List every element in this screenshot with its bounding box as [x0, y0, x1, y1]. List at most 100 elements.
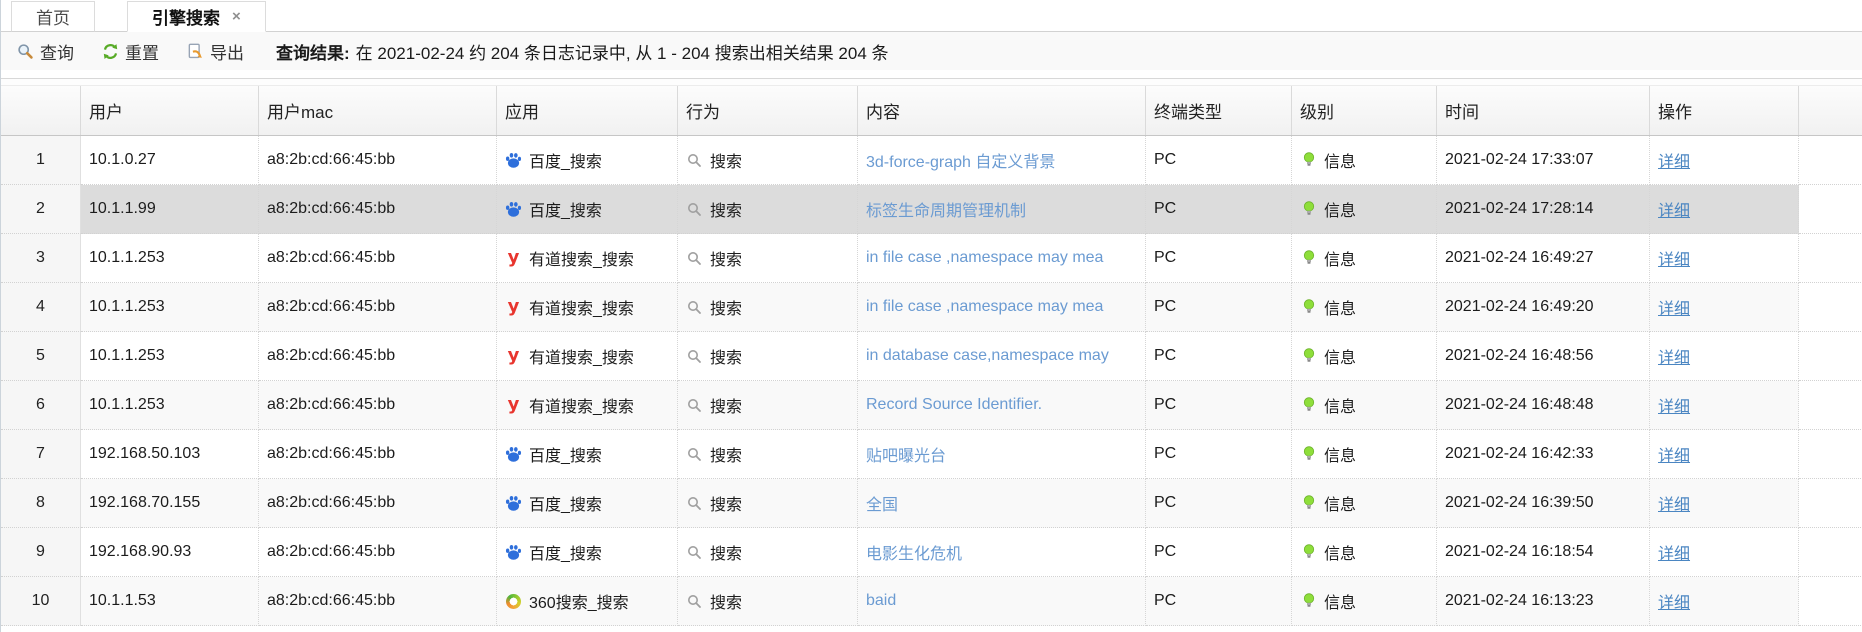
search-gray-icon [686, 544, 703, 561]
content-link[interactable]: 3d-force-graph 自定义背景 [866, 148, 1055, 172]
content-link[interactable]: Record Source Identifier. [866, 396, 1042, 414]
app-cell: 百度_搜索 [497, 528, 678, 577]
user-mac-cell: a8:2b:cd:66:45:bb [259, 528, 497, 577]
level-cell: 信息 [1292, 577, 1437, 626]
level-cell: 信息 [1292, 332, 1437, 381]
detail-link[interactable]: 详细 [1658, 148, 1690, 172]
level-label: 信息 [1324, 246, 1356, 270]
detail-link[interactable]: 详细 [1658, 442, 1690, 466]
content-link[interactable]: baid [866, 592, 896, 610]
table-row[interactable]: 7 192.168.50.103 a8:2b:cd:66:45:bb 百度_搜索… [1, 430, 1862, 479]
app-label: 有道搜索_搜索 [529, 393, 634, 417]
user-mac-cell: a8:2b:cd:66:45:bb [259, 430, 497, 479]
level-label: 信息 [1324, 540, 1356, 564]
table-row[interactable]: 10 10.1.1.53 a8:2b:cd:66:45:bb 360搜索_搜索 … [1, 577, 1862, 626]
tab-引擎搜索[interactable]: 引擎搜索 × [127, 1, 266, 32]
content-link[interactable]: in file case ,namespace may mea [866, 298, 1103, 316]
detail-link[interactable]: 详细 [1658, 344, 1690, 368]
terminal-type-cell: PC [1146, 332, 1292, 381]
app-label: 有道搜索_搜索 [529, 246, 634, 270]
table-row[interactable]: 4 10.1.1.253 a8:2b:cd:66:45:bb y 有道搜索_搜索… [1, 283, 1862, 332]
table-row[interactable]: 9 192.168.90.93 a8:2b:cd:66:45:bb 百度_搜索 … [1, 528, 1862, 577]
behavior-cell: 搜索 [678, 185, 858, 234]
behavior-label: 搜索 [710, 589, 742, 613]
row-number-cell: 7 [1, 430, 81, 479]
bulb-icon [1300, 348, 1317, 365]
row-number-cell: 1 [1, 136, 81, 185]
filler-cell [1799, 430, 1862, 479]
content-link[interactable]: in database case,namespace may [866, 347, 1109, 365]
table-row[interactable]: 6 10.1.1.253 a8:2b:cd:66:45:bb y 有道搜索_搜索… [1, 381, 1862, 430]
action-cell: 详细 [1650, 136, 1799, 185]
column-header-级别[interactable]: 级别 [1292, 86, 1437, 135]
column-header-用户mac[interactable]: 用户mac [259, 86, 497, 135]
row-number-cell: 8 [1, 479, 81, 528]
app-cell: 百度_搜索 [497, 136, 678, 185]
content-link[interactable]: 标签生命周期管理机制 [866, 197, 1026, 221]
bulb-icon [1300, 152, 1317, 169]
column-header-用户[interactable]: 用户 [81, 86, 259, 135]
level-cell: 信息 [1292, 136, 1437, 185]
table-row[interactable]: 1 10.1.0.27 a8:2b:cd:66:45:bb 百度_搜索 搜索 3… [1, 136, 1862, 185]
column-header-内容[interactable]: 内容 [858, 86, 1146, 135]
baidu-icon [505, 201, 522, 218]
content-cell: 全国 [858, 479, 1146, 528]
behavior-cell: 搜索 [678, 381, 858, 430]
content-link[interactable]: 全国 [866, 491, 898, 515]
table-row[interactable]: 2 10.1.1.99 a8:2b:cd:66:45:bb 百度_搜索 搜索 标… [1, 185, 1862, 234]
app-label: 有道搜索_搜索 [529, 344, 634, 368]
filler-cell [1799, 332, 1862, 381]
user-mac-cell: a8:2b:cd:66:45:bb [259, 283, 497, 332]
table-row[interactable]: 5 10.1.1.253 a8:2b:cd:66:45:bb y 有道搜索_搜索… [1, 332, 1862, 381]
level-label: 信息 [1324, 393, 1356, 417]
detail-link[interactable]: 详细 [1658, 393, 1690, 417]
row-number-cell: 6 [1, 381, 81, 430]
content-link[interactable]: in file case ,namespace may mea [866, 249, 1103, 267]
user-cell: 10.1.1.253 [81, 283, 259, 332]
bulb-icon [1300, 201, 1317, 218]
content-cell: in file case ,namespace may mea [858, 234, 1146, 283]
user-cell: 10.1.1.253 [81, 381, 259, 430]
time-cell: 2021-02-24 17:28:14 [1437, 185, 1650, 234]
app-cell: 百度_搜索 [497, 185, 678, 234]
engine-search-window: 首页 × 引擎搜索 × 查询 重置 导出 查询结果:在 2021-02-24 约… [0, 0, 1862, 632]
column-header-时间[interactable]: 时间 [1437, 86, 1650, 135]
search-gray-icon [686, 446, 703, 463]
tab-label: 首页 [36, 4, 70, 29]
terminal-type-cell: PC [1146, 528, 1292, 577]
detail-link[interactable]: 详细 [1658, 491, 1690, 515]
table-row[interactable]: 8 192.168.70.155 a8:2b:cd:66:45:bb 百度_搜索… [1, 479, 1862, 528]
content-cell: Record Source Identifier. [858, 381, 1146, 430]
bulb-icon [1300, 397, 1317, 414]
detail-link[interactable]: 详细 [1658, 295, 1690, 319]
bulb-icon [1300, 544, 1317, 561]
table-row[interactable]: 3 10.1.1.253 a8:2b:cd:66:45:bb y 有道搜索_搜索… [1, 234, 1862, 283]
detail-link[interactable]: 详细 [1658, 589, 1690, 613]
row-number-cell: 4 [1, 283, 81, 332]
column-header-操作[interactable]: 操作 [1650, 86, 1799, 135]
column-header-行为[interactable]: 行为 [678, 86, 858, 135]
重置-button[interactable]: 重置 [102, 39, 159, 64]
table-body: 1 10.1.0.27 a8:2b:cd:66:45:bb 百度_搜索 搜索 3… [1, 136, 1862, 626]
close-icon[interactable]: × [232, 9, 241, 24]
youdao-icon: y [505, 250, 522, 267]
app-cell: y 有道搜索_搜索 [497, 332, 678, 381]
detail-link[interactable]: 详细 [1658, 197, 1690, 221]
detail-link[interactable]: 详细 [1658, 246, 1690, 270]
column-header-终端类型[interactable]: 终端类型 [1146, 86, 1292, 135]
search-gray-icon [686, 201, 703, 218]
app-label: 百度_搜索 [529, 442, 602, 466]
row-number-cell: 10 [1, 577, 81, 626]
content-link[interactable]: 贴吧曝光台 [866, 442, 946, 466]
bulb-icon [1300, 299, 1317, 316]
tab-首页[interactable]: 首页 × [11, 1, 95, 32]
导出-button[interactable]: 导出 [187, 39, 244, 64]
content-link[interactable]: 电影生化危机 [866, 540, 962, 564]
search-gray-icon [686, 495, 703, 512]
detail-link[interactable]: 详细 [1658, 540, 1690, 564]
user-cell: 10.1.1.53 [81, 577, 259, 626]
terminal-type-cell: PC [1146, 136, 1292, 185]
column-header-应用[interactable]: 应用 [497, 86, 678, 135]
level-cell: 信息 [1292, 283, 1437, 332]
查询-button[interactable]: 查询 [17, 39, 74, 64]
